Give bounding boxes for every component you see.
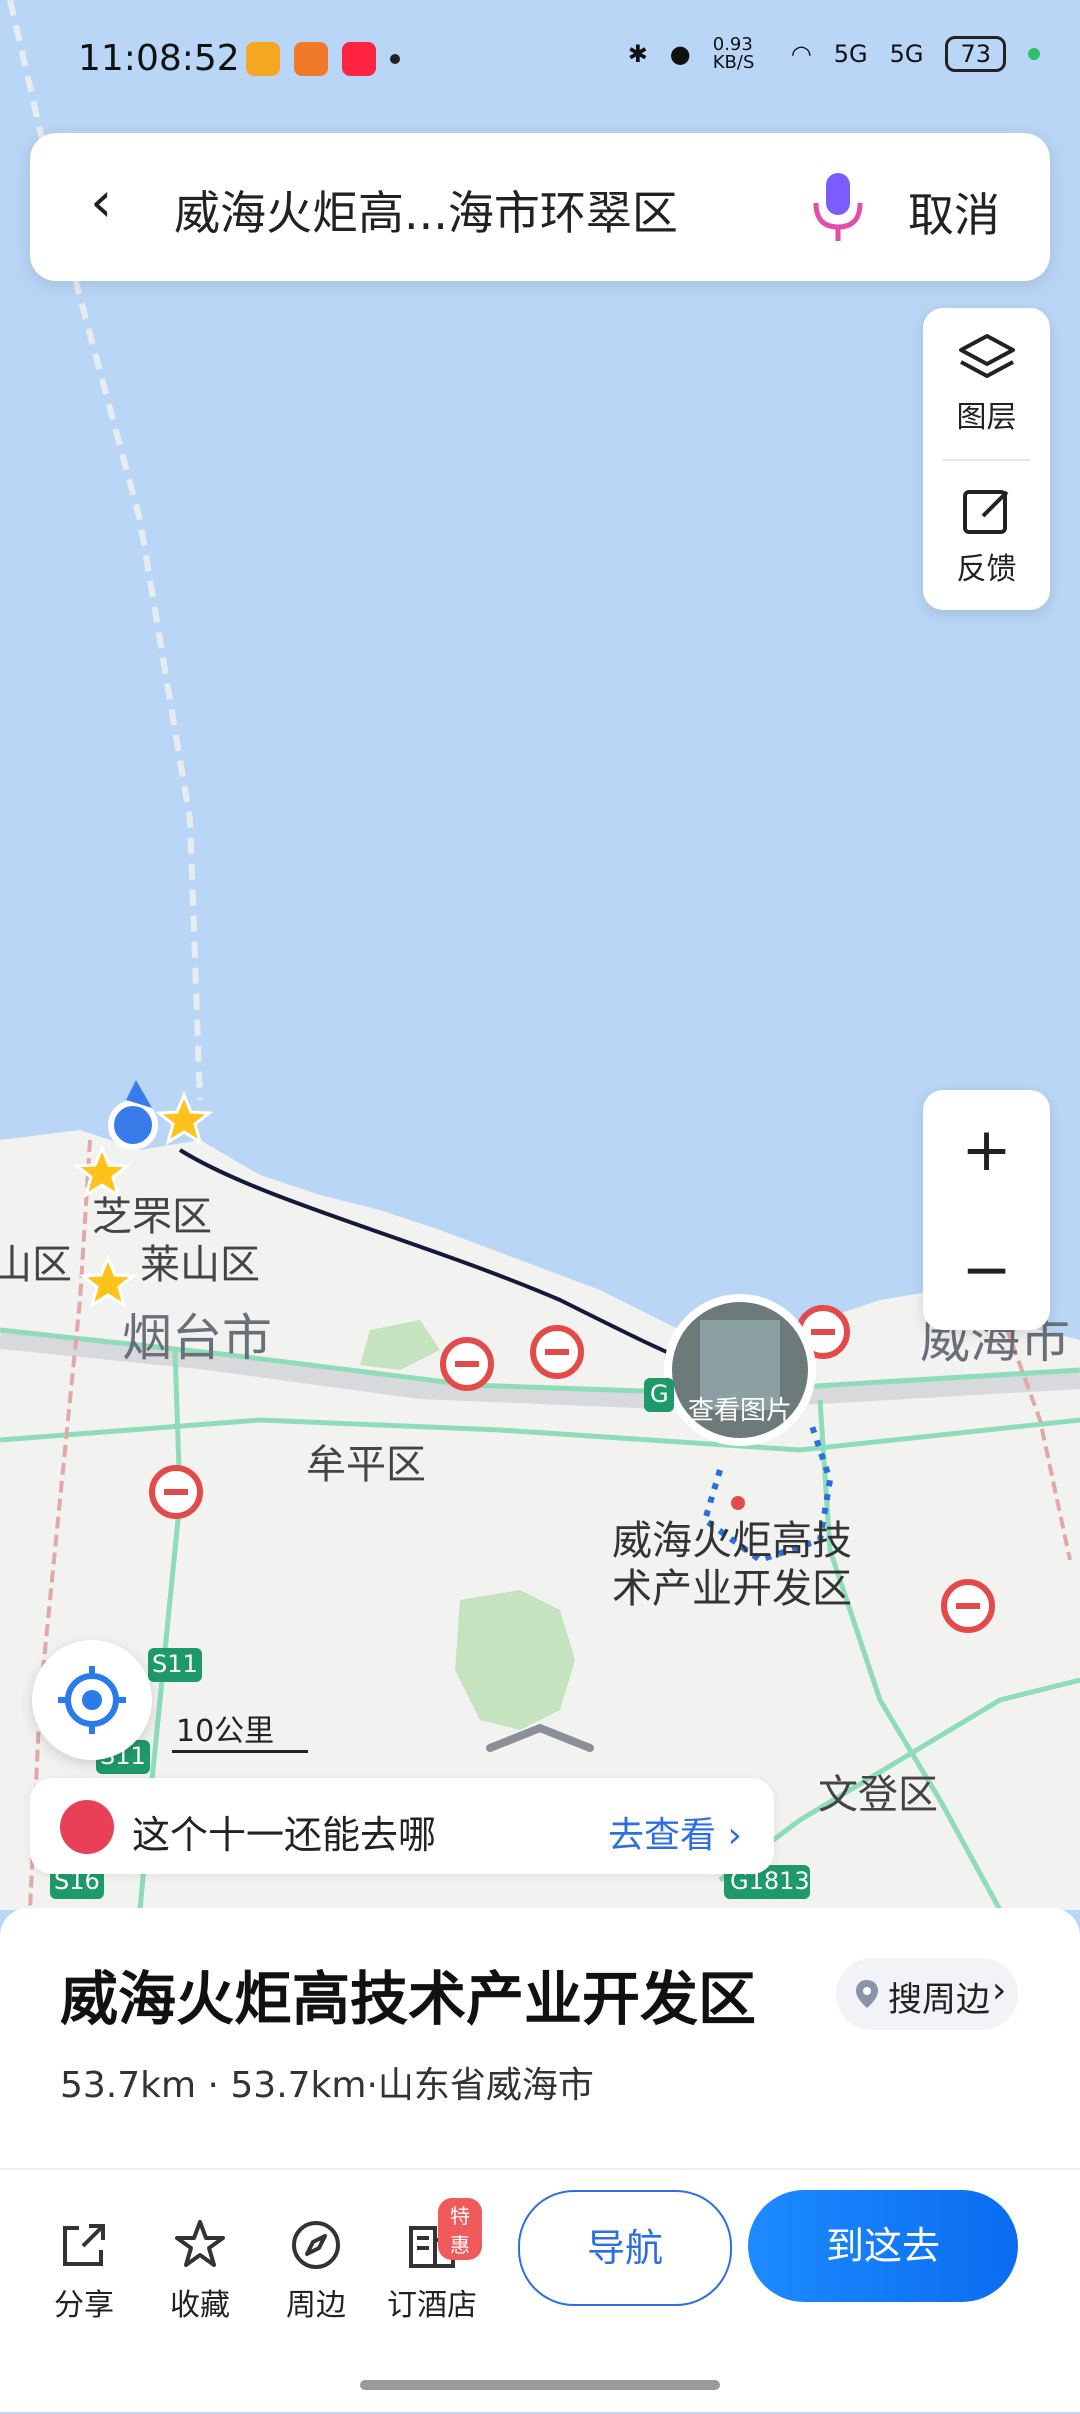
edit-icon <box>962 490 1008 534</box>
layers-label: 图层 <box>956 400 1017 435</box>
map-label: 烟台市 <box>122 1309 272 1367</box>
chevron-right-icon: › <box>992 1970 1007 2011</box>
around-label: 周边 <box>286 2288 346 2323</box>
xiaohongshu-icon <box>342 42 376 76</box>
promo-link[interactable]: 去查看 › <box>608 1806 742 1858</box>
share-button[interactable]: 分享 <box>34 2218 134 2324</box>
map-label: 莱山区 <box>140 1242 260 1288</box>
map-tools-panel: 图层 反馈 <box>923 308 1050 610</box>
layers-button[interactable]: 图层 <box>923 308 1050 458</box>
home-indicator[interactable] <box>360 2380 720 2390</box>
microphone-icon[interactable] <box>808 169 868 245</box>
layers-icon <box>958 334 1015 378</box>
signal-5g-icon: 5G <box>833 40 868 68</box>
crosshair-icon <box>58 1666 126 1734</box>
zoom-out-button[interactable]: − <box>923 1210 1050 1330</box>
hotel-badge: 特惠 <box>438 2198 482 2260</box>
map-label: 牟平区 <box>306 1442 426 1488</box>
navigate-button[interactable]: 导航 <box>518 2190 732 2306</box>
hotel-button[interactable]: 特惠 订酒店 <box>382 2198 482 2324</box>
wifi-icon: ◠ <box>790 40 812 68</box>
app-notification-icon <box>294 42 328 76</box>
location-icon: ● <box>669 40 691 68</box>
signal-5g-icon: 5G <box>889 40 924 68</box>
charging-dot-icon <box>1028 48 1040 60</box>
map-label: 文登区 <box>818 1772 938 1818</box>
app-notification-icon <box>246 42 280 76</box>
bluetooth-icon: ✱ <box>627 40 648 68</box>
zoom-controls: + − <box>923 1090 1050 1330</box>
place-title: 威海火炬高技术产业开发区 <box>60 1965 757 2033</box>
search-nearby-label: 搜周边 <box>888 1980 990 2020</box>
map-canvas[interactable] <box>0 0 1080 1910</box>
scale-bar <box>172 1750 308 1753</box>
promo-banner[interactable]: 这个十一还能去哪 去查看 › <box>30 1778 774 1874</box>
scale-label: 10公里 <box>176 1714 275 1749</box>
compass-icon <box>292 2221 340 2269</box>
search-nearby-button[interactable]: 搜周边 › <box>836 1958 1018 2030</box>
clock: 11:08:52 <box>78 38 240 79</box>
target-label: 术产业开发区 <box>612 1566 852 1612</box>
search-bar[interactable]: ‹ 威海火炬高...海市环翠区 取消 <box>30 133 1050 281</box>
back-icon[interactable]: ‹ <box>90 175 112 231</box>
status-bar: 11:08:52 ✱ ● 0.93 KB/S ◠ 5G 5G 73 <box>0 0 1080 120</box>
net-speed: 0.93 KB/S <box>712 34 755 73</box>
promo-text: 这个十一还能去哪 <box>132 1813 437 1857</box>
battery-icon: 73 <box>945 36 1006 72</box>
map-label: 山区 <box>0 1242 72 1288</box>
more-notifications-icon <box>390 54 400 64</box>
bookmark-icon <box>60 1800 114 1854</box>
cancel-button[interactable]: 取消 <box>908 179 1000 245</box>
my-location-marker <box>108 1100 158 1150</box>
road-shield: G <box>650 1380 669 1408</box>
star-icon <box>175 2220 225 2267</box>
search-query[interactable]: 威海火炬高...海市环翠区 <box>174 177 678 243</box>
hotel-label: 订酒店 <box>387 2288 477 2323</box>
feedback-button[interactable]: 反馈 <box>923 460 1050 610</box>
favorite-button[interactable]: 收藏 <box>150 2218 250 2324</box>
go-here-button[interactable]: 到这去 <box>748 2190 1018 2302</box>
around-button[interactable]: 周边 <box>266 2218 366 2324</box>
place-detail-sheet: 威海火炬高技术产业开发区 搜周边 › 53.7km · 53.7km·山东省威海… <box>0 1908 1080 2412</box>
share-label: 分享 <box>54 2288 114 2323</box>
share-icon <box>63 2224 105 2266</box>
zoom-in-button[interactable]: + <box>923 1090 1050 1210</box>
view-photos-label[interactable]: 查看图片 <box>680 1390 800 1427</box>
road-shield: S11 <box>152 1650 198 1678</box>
place-address: 53.7km · 53.7km·山东省威海市 <box>60 2065 594 2106</box>
favorite-label: 收藏 <box>170 2288 230 2323</box>
feedback-label: 反馈 <box>956 552 1017 587</box>
pin-icon <box>854 1978 880 2019</box>
locate-me-button[interactable] <box>32 1640 152 1760</box>
